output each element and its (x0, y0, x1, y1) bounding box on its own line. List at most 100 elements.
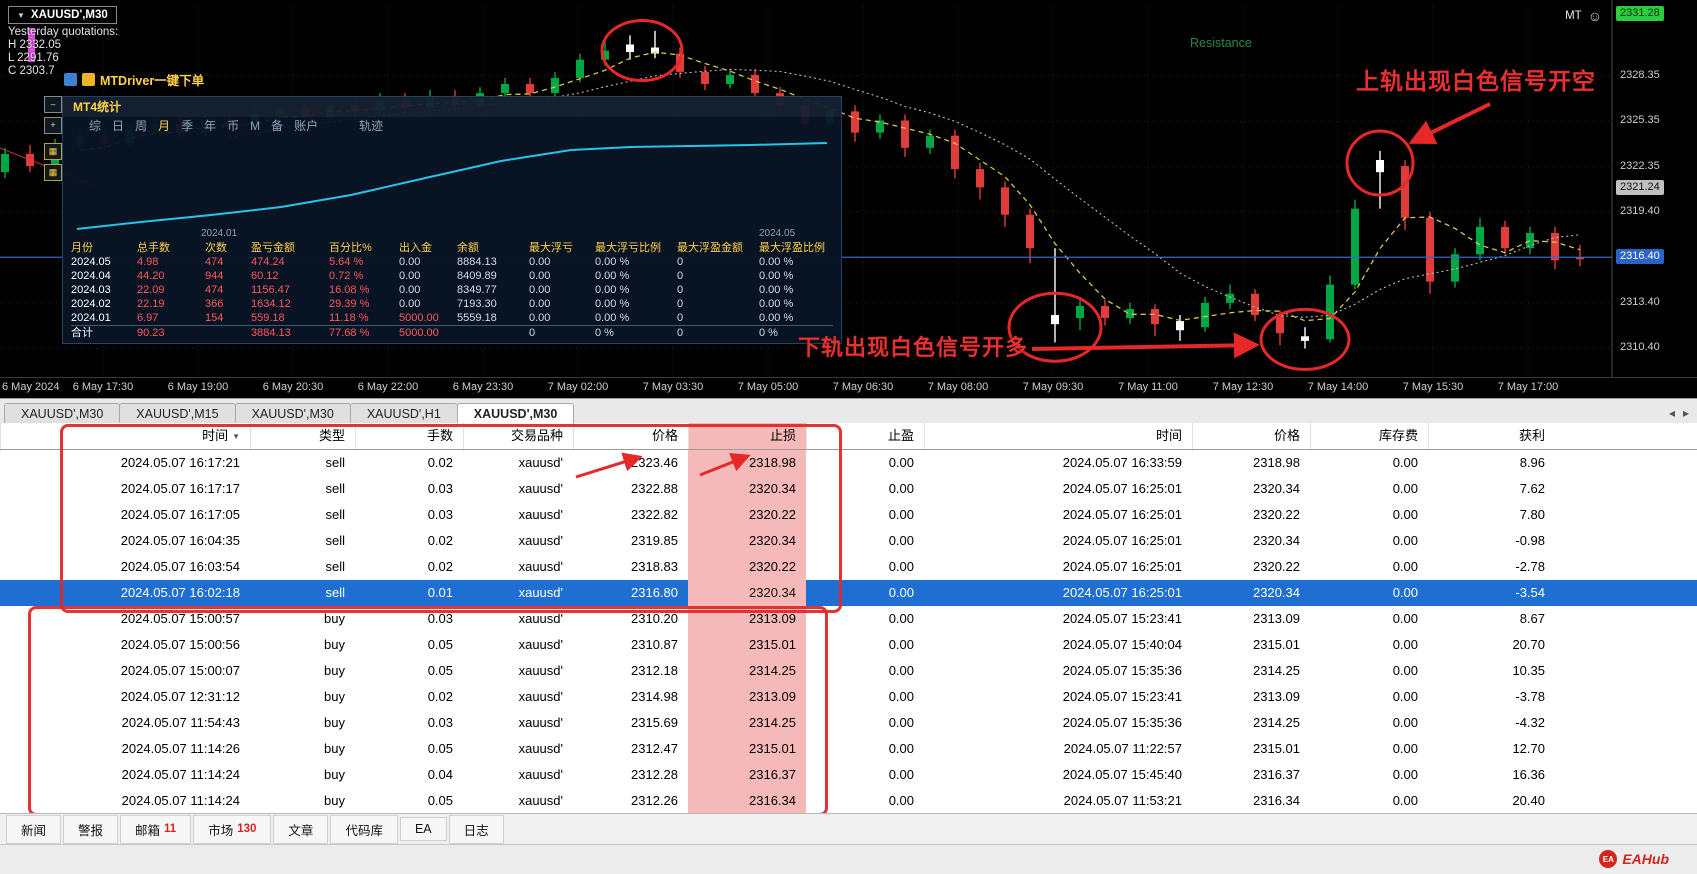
chart-panel[interactable]: ▼ XAUUSD',M30 MT ☺ Yesterday quotations:… (0, 0, 1697, 398)
stats-menu-item[interactable]: 币 (227, 117, 239, 135)
chart-tab[interactable]: XAUUSD',M30 (456, 403, 575, 423)
history-cell: xauusd' (518, 637, 563, 652)
collapse-icon[interactable]: ▼ (17, 11, 25, 20)
history-cell: 2316.37 (688, 762, 806, 788)
chart-symbol-box[interactable]: ▼ XAUUSD',M30 (8, 6, 117, 24)
history-cell: buy (324, 689, 345, 704)
history-header[interactable]: 止损 (688, 423, 806, 449)
tab-scroll-left-icon[interactable]: ◂ (1669, 406, 1675, 420)
history-cell: 2323.46 (631, 455, 678, 470)
history-row[interactable]: 2024.05.07 16:02:18 sell 0.01 xauusd' 2316.8… (0, 580, 1697, 606)
stats-cell: 3884.13 (251, 327, 291, 339)
ea-widget-icon[interactable]: ▦ (44, 143, 62, 160)
history-cell: 0.03 (427, 715, 453, 730)
history-header[interactable]: 时间 (924, 423, 1192, 449)
stats-menu-item[interactable]: 账户 (294, 117, 318, 135)
terminal-tab-articles[interactable]: 文章 (273, 814, 329, 844)
stats-cell: 0.00 % (595, 312, 630, 324)
stats-cell: 0.00 (399, 256, 421, 268)
history-row[interactable]: 2024.05.07 16:04:35 sell 0.02 xauusd' 2319.8… (0, 528, 1697, 554)
move-tool-icon[interactable]: + (44, 117, 62, 134)
tab-scroll-right-icon[interactable]: ▸ (1683, 406, 1689, 420)
minimize-panel-icon[interactable]: – (44, 96, 62, 113)
history-row[interactable]: 2024.05.07 15:00:07 buy 0.05 xauusd' 2312.18… (0, 658, 1697, 684)
history-row[interactable]: 2024.05.07 15:00:57 buy 0.03 xauusd' 2310.20… (0, 606, 1697, 632)
terminal-tab-alerts[interactable]: 警报 (63, 814, 119, 844)
stats-menu-item[interactable]: 备 (271, 117, 283, 135)
chart-tab[interactable]: XAUUSD',M30 (4, 403, 121, 423)
history-header[interactable]: 获利 (1428, 423, 1555, 449)
mt4-stats-panel[interactable]: MT4统计 综日周月季年币 M 备账户 轨迹 2024.01 2024.05 月份 总手… (62, 96, 842, 344)
stats-menu-item[interactable]: M (250, 117, 260, 135)
history-header[interactable]: 时间 ▼ (0, 423, 250, 449)
history-header[interactable]: 止盈 (806, 423, 924, 449)
terminal-tab-codebase[interactable]: 代码库 (330, 814, 398, 844)
stats-header: 最大浮盈比例 (759, 242, 825, 254)
history-header[interactable]: 交易品种 (463, 423, 573, 449)
stats-cell: 8884.13 (457, 256, 497, 268)
history-cell: buy (324, 767, 345, 782)
terminal-tab-ea[interactable]: EA (399, 817, 447, 841)
stats-menu-item[interactable]: 周 (135, 117, 147, 135)
history-header[interactable]: 价格 (573, 423, 688, 449)
chart-tab[interactable]: XAUUSD',M30 (234, 403, 351, 423)
terminal-tab-mailbox[interactable]: 邮箱 11 (120, 814, 192, 844)
history-cell: xauusd' (518, 741, 563, 756)
history-cell: 0.00 (1392, 585, 1418, 600)
stats-cell: 8349.77 (457, 284, 497, 296)
stats-menu-item[interactable]: 季 (181, 117, 193, 135)
history-row[interactable]: 2024.05.07 11:14:26 buy 0.05 xauusd' 2312.47… (0, 736, 1697, 762)
history-cell: 2024.05.07 15:00:07 (120, 663, 240, 678)
history-header[interactable]: 价格 (1192, 423, 1310, 449)
history-header[interactable]: 库存费 (1310, 423, 1428, 449)
history-cell: xauusd' (518, 533, 563, 548)
history-row[interactable]: 2024.05.07 15:00:56 buy 0.05 xauusd' 2310.87… (0, 632, 1697, 658)
history-row[interactable]: 2024.05.07 11:54:43 buy 0.03 xauusd' 2315.69… (0, 710, 1697, 736)
history-cell: -2.78 (1515, 559, 1545, 574)
stats-menu-item[interactable]: 综 (89, 117, 101, 135)
history-cell: 0.00 (888, 715, 914, 730)
history-row[interactable]: 2024.05.07 16:17:17 sell 0.03 xauusd' 2322.8… (0, 476, 1697, 502)
history-row[interactable]: 2024.05.07 12:31:12 buy 0.02 xauusd' 2314.98… (0, 684, 1697, 710)
stats-row: 2024.03 22.09 474 1156.47 16.08 % 0.00 8349.77… (71, 283, 833, 297)
history-header[interactable]: 手数 (355, 423, 463, 449)
chart-tab[interactable]: XAUUSD',M15 (119, 403, 236, 423)
smiley-icon[interactable]: ☺ (1588, 8, 1602, 24)
history-cell: 2024.05.07 11:22:57 (1063, 741, 1182, 756)
stats-menu-item[interactable]: 轨迹 (359, 117, 383, 135)
history-row[interactable]: 2024.05.07 16:17:21 sell 0.02 xauusd' 2323.4… (0, 450, 1697, 476)
history-row[interactable]: 2024.05.07 16:03:54 sell 0.02 xauusd' 2318.8… (0, 554, 1697, 580)
stats-x-label: 2024.05 (759, 228, 796, 239)
status-bar: EA EAHub (0, 844, 1697, 874)
history-cell: sell (325, 533, 345, 548)
terminal-tab-news[interactable]: 新闻 (6, 814, 62, 844)
stats-cell: 0.00 % (595, 270, 630, 282)
history-cell: 2024.05.07 16:25:01 (1062, 585, 1182, 600)
history-cell: 7.62 (1519, 481, 1545, 496)
ea-widget-icon[interactable]: ▦ (44, 164, 62, 181)
history-row[interactable]: 2024.05.07 11:14:24 buy 0.04 xauusd' 2312.28… (0, 762, 1697, 788)
stats-menu-item[interactable]: 月 (158, 117, 170, 135)
history-cell: 2024.05.07 16:25:01 (1062, 533, 1182, 548)
terminal-tab-journal[interactable]: 日志 (448, 814, 504, 844)
stats-header: 盈亏金额 (251, 242, 295, 254)
history-row[interactable]: 2024.05.07 16:17:05 sell 0.03 xauusd' 2322.8… (0, 502, 1697, 528)
history-cell: 2312.26 (631, 793, 678, 808)
stats-cell: 0 (677, 327, 684, 339)
history-cell: 2320.34 (688, 580, 806, 606)
history-cell: xauusd' (518, 767, 563, 782)
stats-menu-item[interactable]: 年 (204, 117, 216, 135)
chart-tab[interactable]: XAUUSD',H1 (349, 403, 458, 423)
mtdriver-button[interactable]: MTDriver一键下单 (64, 70, 204, 89)
chart-symbol-label: XAUUSD',M30 (30, 9, 108, 21)
terminal-tab-market[interactable]: 市场 130 (193, 814, 272, 844)
stats-row: 2024.05 4.98 474 474.24 5.64 % 0.00 8884.13 0.0… (71, 255, 833, 269)
history-cell: 2318.98 (1253, 455, 1300, 470)
history-cell: 0.03 (427, 507, 453, 522)
mt-connection-badge: MT ☺ (1565, 8, 1602, 24)
history-cell: 2322.88 (631, 481, 678, 496)
history-row[interactable]: 2024.05.07 11:14:24 buy 0.05 xauusd' 2312.26… (0, 788, 1697, 813)
history-header[interactable]: 类型 (250, 423, 355, 449)
history-cell: 0.05 (427, 663, 453, 678)
stats-menu-item[interactable]: 日 (112, 117, 124, 135)
